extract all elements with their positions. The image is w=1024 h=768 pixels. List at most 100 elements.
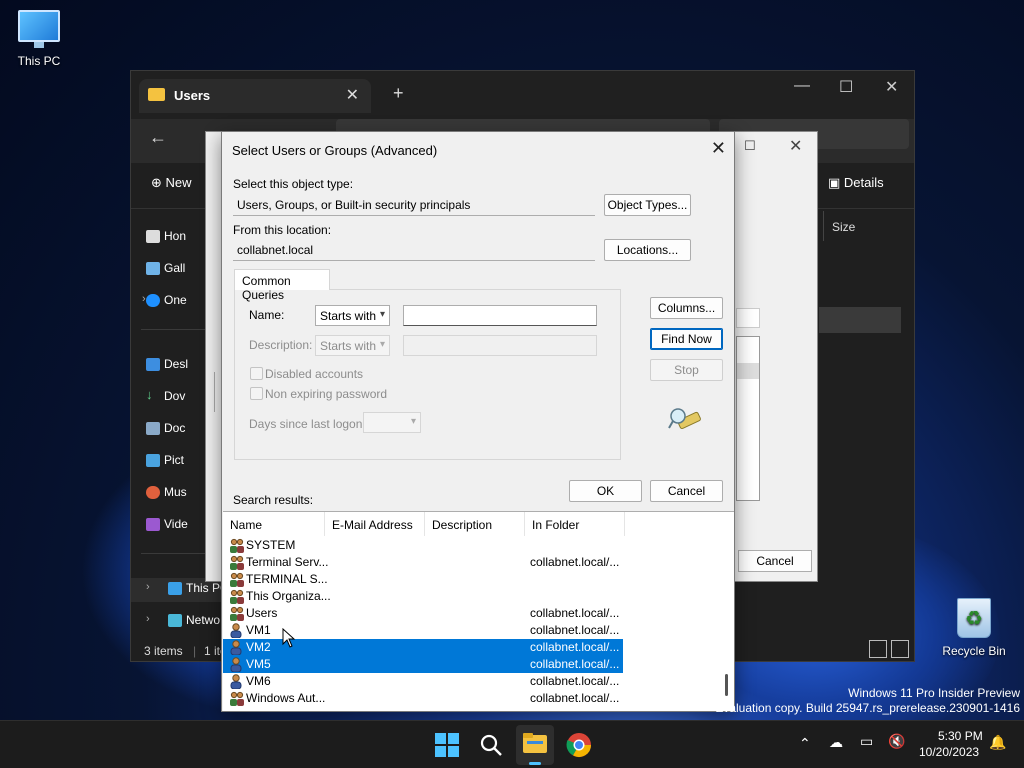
clock-time[interactable]: 5:30 PM xyxy=(938,729,983,743)
days-since-logon-label: Days since last logon: xyxy=(249,417,366,431)
table-row[interactable]: VM6 collabnet.local/... xyxy=(223,673,623,690)
start-windows-icon[interactable] xyxy=(433,731,461,759)
minimize-icon[interactable]: — xyxy=(794,77,810,95)
taskbar-explorer-active[interactable] xyxy=(516,725,554,765)
tab-users[interactable]: Users ✕ xyxy=(139,79,371,113)
close-icon[interactable]: ✕ xyxy=(789,136,802,156)
cancel-button[interactable]: Cancel xyxy=(738,550,812,572)
monitor-icon xyxy=(18,10,60,48)
table-row[interactable]: Terminal Serv... collabnet.local/... xyxy=(223,554,623,571)
sidebar-item-desktop[interactable]: Desl xyxy=(146,357,188,371)
column-header-name[interactable]: Name xyxy=(223,512,325,536)
tiles-view-icon[interactable] xyxy=(891,640,909,658)
search-icon[interactable] xyxy=(477,731,505,759)
onedrive-status-icon[interactable]: ☁ xyxy=(829,734,843,751)
maximize-icon[interactable]: ☐ xyxy=(839,77,853,97)
row-name: VM2 xyxy=(246,640,271,654)
clock-date[interactable]: 10/20/2023 xyxy=(919,745,979,759)
chevron-right-icon[interactable]: › xyxy=(146,613,150,625)
sidebar-item-documents[interactable]: Doc xyxy=(146,421,186,435)
description-label: Description: xyxy=(249,338,313,352)
this-pc-desktop-icon[interactable]: This PC xyxy=(0,10,79,68)
chevron-down-icon: ▾ xyxy=(379,339,385,350)
row-name: VM5 xyxy=(246,657,271,671)
watermark-line-2: Evaluation copy. Build 25947.rs_prerelea… xyxy=(715,701,1020,715)
sidebar-item-gallery[interactable]: Gall xyxy=(146,261,185,275)
sidebar-item-onedrive[interactable]: › One xyxy=(142,293,187,307)
sidebar-item-music[interactable]: Mus xyxy=(146,485,187,499)
column-header-size[interactable]: Size xyxy=(823,211,907,241)
details-button[interactable]: ▣ Details xyxy=(828,175,884,191)
group-icon xyxy=(229,606,244,621)
results-scrollbar[interactable] xyxy=(718,512,734,710)
columns-button[interactable]: Columns... xyxy=(650,297,723,319)
tab-title: Users xyxy=(174,88,211,103)
details-label: Details xyxy=(843,175,884,190)
stop-button: Stop xyxy=(650,359,723,381)
name-match-value: Starts with xyxy=(320,309,377,323)
sidebar-item-label: Vide xyxy=(164,517,188,531)
volume-muted-icon[interactable]: 🔇 xyxy=(888,733,905,750)
column-header-in-folder[interactable]: In Folder xyxy=(525,512,625,536)
ok-button[interactable]: OK xyxy=(569,480,642,502)
chrome-icon[interactable] xyxy=(565,731,593,759)
cancel-button[interactable]: Cancel xyxy=(650,480,723,502)
close-icon[interactable]: ✕ xyxy=(711,138,726,159)
back-arrow-icon[interactable]: ← xyxy=(149,127,167,148)
group-icon xyxy=(229,538,244,553)
scrollbar-thumb[interactable] xyxy=(725,674,728,696)
sidebar-item-pictures[interactable]: Pict xyxy=(146,453,184,467)
sidebar-item-home[interactable]: Hon xyxy=(146,229,186,243)
locations-button[interactable]: Locations... xyxy=(604,239,691,261)
description-match-select: Starts with ▾ xyxy=(315,335,390,356)
sidebar-item-label: One xyxy=(164,293,187,307)
sidebar-item-network[interactable]: › Netwo xyxy=(146,613,221,627)
object-type-field: Users, Groups, or Built-in security prin… xyxy=(233,194,595,216)
file-row-selected[interactable] xyxy=(819,307,901,333)
sidebar-item-label: Dov xyxy=(164,389,186,403)
user-icon xyxy=(229,674,243,690)
search-results-list[interactable]: Name E-Mail Address Description In Folde… xyxy=(223,511,734,711)
explorer-tab-bar: Users ✕ + — ☐ ✕ xyxy=(131,71,914,119)
recycle-bin-desktop-icon[interactable]: ♻ Recycle Bin xyxy=(934,598,1014,658)
name-match-select[interactable]: Starts with ▾ xyxy=(315,305,390,326)
object-types-button[interactable]: Object Types... xyxy=(604,194,691,216)
tab-common-queries[interactable]: Common Queries xyxy=(234,269,330,302)
new-tab-icon[interactable]: + xyxy=(393,83,404,104)
new-button[interactable]: ⊕ New xyxy=(151,175,192,191)
column-header-email[interactable]: E-Mail Address xyxy=(325,512,425,536)
row-folder: collabnet.local/... xyxy=(530,555,620,569)
group-icon xyxy=(229,572,244,587)
sidebar-item-downloads[interactable]: ↓ Dov xyxy=(146,387,186,403)
sidebar-item-label: Netwo xyxy=(186,613,221,627)
item-count: 3 items xyxy=(144,644,183,658)
details-view-icon[interactable] xyxy=(869,640,887,658)
chevron-right-icon[interactable]: › xyxy=(146,581,150,593)
pictures-icon xyxy=(146,454,160,467)
table-row[interactable]: SYSTEM xyxy=(223,537,623,554)
watermark-line-1: Windows 11 Pro Insider Preview xyxy=(848,686,1020,700)
close-tab-icon[interactable]: ✕ xyxy=(346,85,359,105)
documents-icon xyxy=(146,422,160,435)
table-row[interactable]: This Organiza... xyxy=(223,588,623,605)
description-input xyxy=(403,335,597,356)
non-expiring-password-label: Non expiring password xyxy=(265,387,388,401)
new-label: New xyxy=(165,175,192,190)
gallery-icon xyxy=(146,262,160,275)
mouse-cursor-icon xyxy=(282,628,296,648)
close-window-icon[interactable]: ✕ xyxy=(885,77,898,97)
table-row[interactable]: TERMINAL S... xyxy=(223,571,623,588)
sidebar-item-videos[interactable]: Vide xyxy=(146,517,188,531)
sidebar-item-label: Doc xyxy=(164,421,186,435)
name-input[interactable] xyxy=(403,305,597,326)
notification-bell-icon[interactable]: 🔔 xyxy=(989,734,1006,751)
column-header-description[interactable]: Description xyxy=(425,512,525,536)
table-row[interactable]: VM5 collabnet.local/... xyxy=(223,656,623,673)
maximize-icon[interactable]: ☐ xyxy=(744,138,756,154)
network-icon[interactable]: ▭ xyxy=(860,733,873,750)
table-row[interactable]: Windows Aut... collabnet.local/... xyxy=(223,690,623,707)
chevron-up-icon[interactable]: ⌃ xyxy=(799,735,811,752)
find-now-button[interactable]: Find Now xyxy=(650,328,723,350)
row-folder: collabnet.local/... xyxy=(530,657,620,671)
table-row[interactable]: Users collabnet.local/... xyxy=(223,605,623,622)
